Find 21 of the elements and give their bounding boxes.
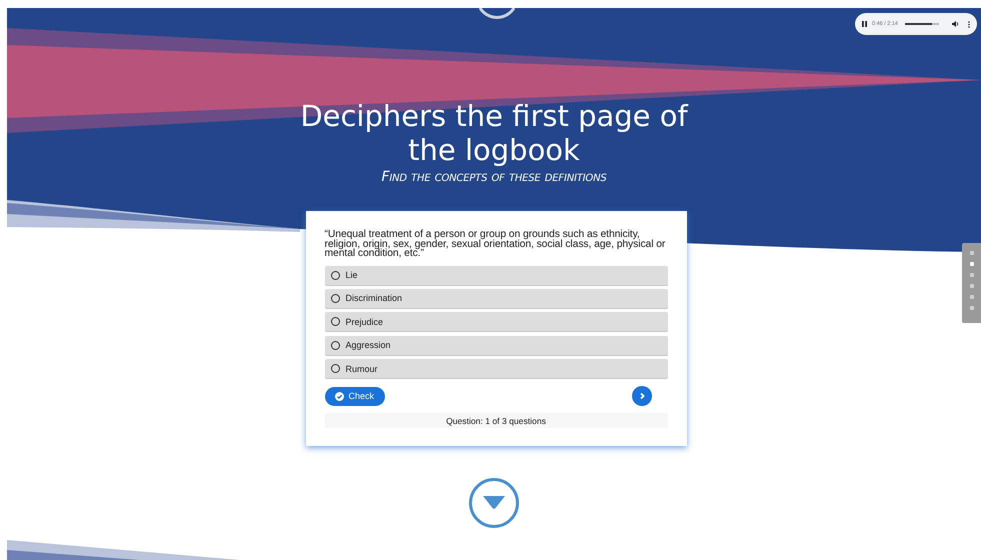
answer-option[interactable]: Rumour bbox=[324, 359, 668, 378]
radio-icon bbox=[330, 364, 340, 374]
page-title: Deciphers the first page of the logbook bbox=[299, 99, 690, 167]
radio-icon bbox=[330, 340, 340, 350]
scroll-down-button[interactable] bbox=[468, 477, 520, 530]
check-button[interactable]: Check bbox=[324, 386, 386, 406]
volume-icon[interactable] bbox=[952, 21, 959, 27]
answer-option[interactable]: Lie bbox=[324, 266, 668, 284]
answer-option[interactable]: Aggression bbox=[324, 336, 668, 355]
page-subtitle: Find the concepts of these definitions bbox=[381, 169, 607, 185]
radio-icon bbox=[330, 317, 340, 326]
radio-icon bbox=[330, 270, 340, 280]
chevron-right-icon bbox=[638, 392, 646, 400]
check-circle-icon bbox=[334, 392, 344, 401]
question-counter: Question: 1 of 3 questions bbox=[324, 413, 668, 428]
next-button[interactable] bbox=[632, 386, 652, 406]
answer-option[interactable]: Prejudice bbox=[324, 312, 668, 332]
pause-icon[interactable] bbox=[862, 21, 867, 27]
radio-icon bbox=[330, 294, 340, 303]
answer-option[interactable]: Discrimination bbox=[324, 288, 668, 308]
question-text: “Unequal treatment of a person or group on grounds such as ethnicity, religion, origin, sex, gender, sexual orientation, social class, age, physical or mental condition, etc.” bbox=[324, 230, 666, 258]
